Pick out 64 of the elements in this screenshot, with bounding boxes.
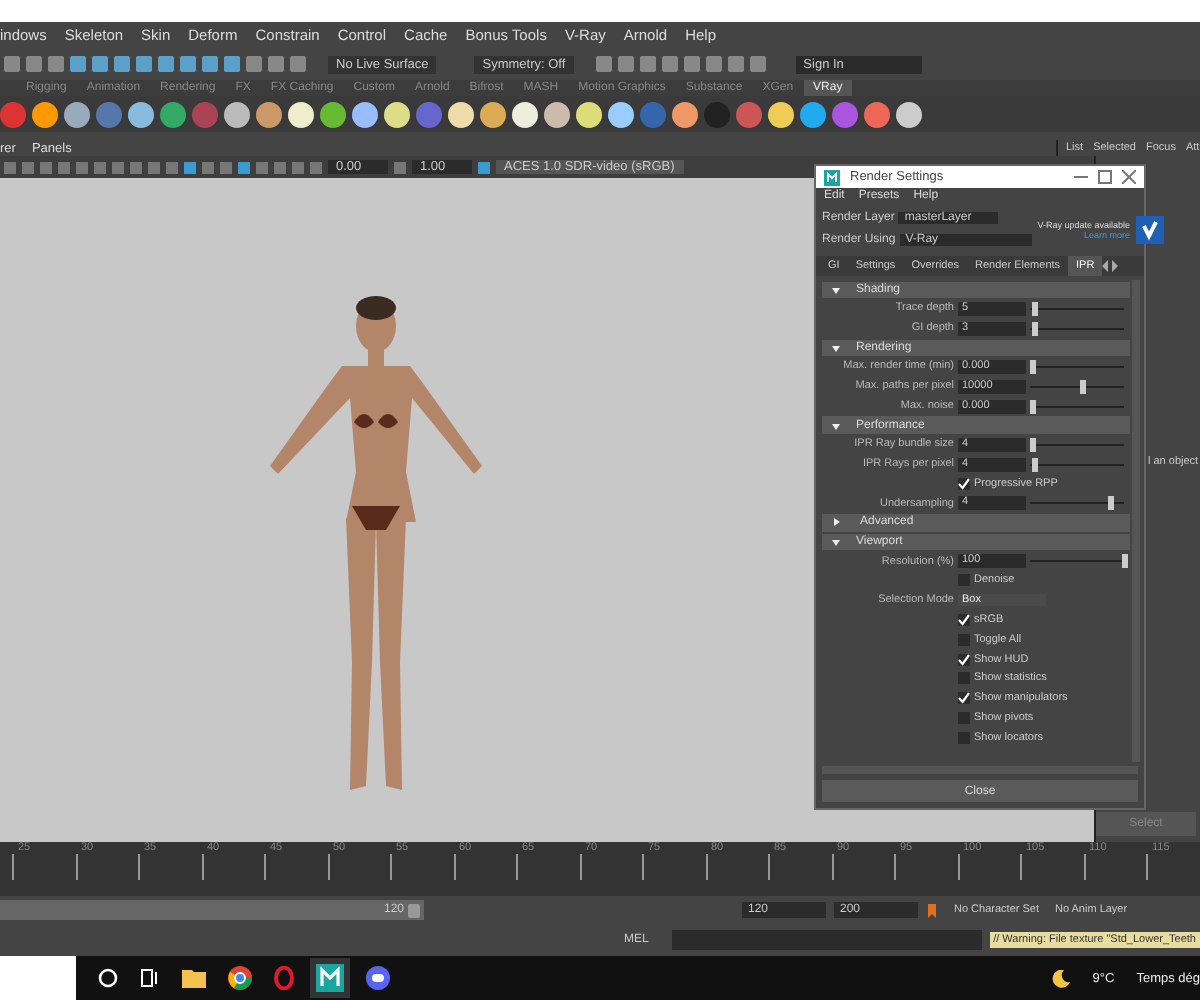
shelf-tool-icon[interactable]	[608, 101, 634, 127]
slider-thumb[interactable]	[1122, 554, 1128, 569]
slider[interactable]	[1030, 359, 1124, 374]
checkbox[interactable]	[958, 653, 970, 666]
slider-thumb[interactable]	[1079, 379, 1086, 394]
tab-scroll-arrows-icon[interactable]	[1102, 260, 1119, 272]
slider-thumb[interactable]	[1107, 496, 1114, 511]
slider-thumb[interactable]	[1032, 457, 1039, 472]
shelf-tool-icon[interactable]	[512, 101, 538, 127]
toolbar-icon[interactable]	[478, 161, 490, 173]
shelf-tool-icon[interactable]	[672, 101, 698, 127]
checkbox[interactable]	[958, 672, 970, 685]
search-field[interactable]	[0, 956, 76, 1000]
chat-icon[interactable]	[366, 966, 390, 990]
slider-thumb[interactable]	[1032, 301, 1039, 316]
shelf-tool-icon[interactable]	[896, 101, 922, 127]
slider[interactable]	[1030, 554, 1124, 569]
checkbox[interactable]	[958, 692, 970, 705]
checkbox[interactable]	[958, 711, 970, 724]
checkbox[interactable]	[958, 633, 970, 646]
task-view-icon[interactable]	[140, 968, 160, 988]
checkbox[interactable]	[958, 613, 970, 626]
toolbar-icon[interactable]	[394, 161, 406, 173]
close-icon[interactable]	[1122, 170, 1136, 184]
shelf-tool-icon[interactable]	[288, 101, 314, 127]
browser-icon[interactable]	[228, 966, 252, 990]
minimize-icon[interactable]	[1074, 170, 1088, 184]
shelf-tool-icon[interactable]	[448, 101, 474, 127]
slider-thumb[interactable]	[1030, 437, 1037, 452]
shelf-tool-icon[interactable]	[64, 101, 90, 127]
slider[interactable]	[1030, 496, 1124, 511]
checkbox[interactable]	[958, 477, 970, 490]
range-handle-icon[interactable]	[408, 903, 420, 917]
logo-icon	[1135, 215, 1164, 243]
slider-thumb[interactable]	[1030, 359, 1037, 374]
app-tile-icon[interactable]	[316, 964, 344, 992]
circle-icon[interactable]	[98, 968, 118, 988]
shelf-tool-icon[interactable]	[768, 101, 794, 127]
shelf-tool-icon[interactable]	[224, 101, 250, 127]
checkbox[interactable]	[958, 731, 970, 744]
shelf-tool-icon[interactable]	[480, 101, 506, 127]
checkbox[interactable]	[958, 574, 970, 587]
folder-icon[interactable]	[182, 968, 206, 988]
slider-thumb[interactable]	[1032, 321, 1039, 336]
shelf-tool-icon[interactable]	[128, 101, 154, 127]
slider[interactable]	[1030, 321, 1124, 336]
maximize-icon[interactable]	[1098, 170, 1112, 184]
slider[interactable]	[1030, 399, 1124, 414]
shelf-tool-icon[interactable]	[256, 101, 282, 127]
slider[interactable]	[1030, 301, 1124, 316]
slider[interactable]	[1030, 379, 1124, 394]
ring-icon[interactable]	[274, 966, 294, 990]
shelf-tool-icon[interactable]	[800, 101, 826, 127]
slider-thumb[interactable]	[1030, 399, 1037, 414]
slider[interactable]	[1030, 457, 1124, 472]
shelf-tool-icon[interactable]	[576, 101, 602, 127]
command-input-field[interactable]	[671, 930, 982, 950]
shelf-tool-icon[interactable]	[352, 101, 378, 127]
shelf-tool-icon[interactable]	[384, 101, 410, 127]
shelf-tool-icon[interactable]	[32, 101, 58, 127]
shelf-tool-icon[interactable]	[320, 101, 346, 127]
shelf-tool-icon[interactable]	[544, 101, 570, 127]
slider[interactable]	[1030, 437, 1124, 452]
moon-icon	[1052, 969, 1071, 987]
